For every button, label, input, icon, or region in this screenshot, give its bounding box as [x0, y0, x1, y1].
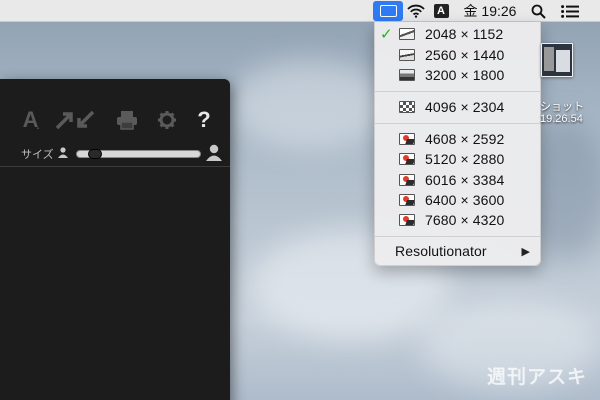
- spotlight-button[interactable]: [526, 0, 550, 22]
- app-window: A. ? サイズ: [0, 79, 230, 400]
- help-button[interactable]: ?: [190, 107, 218, 132]
- pixel-thumb-icon: [399, 153, 415, 165]
- checkmark-icon: ✓: [380, 26, 393, 43]
- desktop-file-name[interactable]: ショット: [540, 98, 584, 114]
- notification-center-button[interactable]: [556, 0, 584, 22]
- desktop-file-thumbnail[interactable]: [541, 43, 573, 77]
- menu-item-label: 5120 × 2880: [425, 151, 505, 167]
- size-control-row: サイズ: [0, 143, 230, 165]
- text-tool-dot-icon: .: [36, 120, 40, 132]
- expand-collapse-arrows-icon: [55, 110, 95, 130]
- menu-item-label: 6016 × 3384: [425, 172, 505, 188]
- thumb-icon-3: [399, 69, 415, 81]
- display-menu-extra[interactable]: [373, 1, 403, 21]
- person-large-icon: [206, 144, 222, 161]
- spotlight-search-icon: [531, 4, 546, 19]
- menu-item-label: 6400 × 3600: [425, 192, 505, 208]
- thumb-icon-2: [399, 49, 415, 61]
- menu-item-resolution[interactable]: 6400 × 3600: [375, 190, 540, 210]
- menubar-clock[interactable]: 金 19:26: [458, 0, 522, 22]
- resolution-dropdown-menu: ✓ 2048 × 1152 2560 × 1440 3200 × 1800 40…: [374, 22, 541, 266]
- size-label: サイズ: [21, 149, 54, 161]
- notification-center-icon: [561, 4, 579, 18]
- menu-item-resolution[interactable]: 6016 × 3384: [375, 170, 540, 190]
- pixel-thumb-icon: [399, 194, 415, 206]
- menu-item-label: 4096 × 2304: [425, 99, 505, 115]
- menu-item-resolution[interactable]: 2560 × 1440: [375, 45, 540, 65]
- help-icon: ?: [197, 107, 211, 132]
- menu-separator: [375, 91, 540, 92]
- menu-item-resolution[interactable]: 3200 × 1800: [375, 65, 540, 85]
- gear-icon: [158, 111, 176, 129]
- pixel-thumb-icon: [399, 174, 415, 186]
- person-small-icon: [58, 147, 68, 158]
- menu-item-resolution[interactable]: 4608 × 2592: [375, 129, 540, 149]
- resize-arrows-button[interactable]: [50, 109, 100, 131]
- menu-item-label: 2560 × 1440: [425, 47, 505, 63]
- wifi-icon: [407, 4, 425, 18]
- thumb-icon-1: [399, 28, 415, 40]
- publisher-watermark: 週刊アスキー: [487, 367, 588, 400]
- pixel-thumb-icon: [399, 133, 415, 145]
- menu-item-label: 4608 × 2592: [425, 131, 505, 147]
- desktop-file-time[interactable]: 19.26.54: [540, 113, 583, 125]
- submenu-arrow-icon: ▶: [521, 245, 530, 258]
- menu-bar: A 金 19:26: [0, 0, 600, 22]
- menu-item-resolution[interactable]: 7680 × 4320: [375, 210, 540, 230]
- menu-item-label: 7680 × 4320: [425, 212, 505, 228]
- menu-item-label: 3200 × 1800: [425, 67, 505, 83]
- wifi-menu-extra[interactable]: [404, 0, 428, 22]
- menu-item-label: Resolutionator: [395, 243, 487, 259]
- settings-button[interactable]: [152, 109, 182, 131]
- menu-separator: [375, 236, 540, 237]
- pixel-thumb-icon: [399, 214, 415, 226]
- display-icon: [379, 5, 397, 17]
- menu-item-resolution[interactable]: ✓ 2048 × 1152: [375, 24, 540, 44]
- print-button[interactable]: [112, 109, 142, 131]
- menu-item-resolutionator[interactable]: Resolutionator ▶: [375, 241, 540, 261]
- printer-icon: [117, 111, 137, 130]
- size-slider-knob[interactable]: [88, 149, 102, 159]
- menu-item-label: 2048 × 1152: [425, 26, 504, 42]
- menu-item-resolution[interactable]: 5120 × 2880: [375, 149, 540, 169]
- menu-item-resolution[interactable]: 4096 × 2304: [375, 97, 540, 117]
- toolbar-divider: [0, 166, 230, 167]
- input-source-menu-extra[interactable]: A: [430, 0, 452, 22]
- size-slider[interactable]: [76, 149, 201, 159]
- menu-separator: [375, 123, 540, 124]
- text-tool-button[interactable]: A.: [18, 107, 44, 132]
- input-source-icon: A: [433, 4, 449, 18]
- checker-thumb-icon: [399, 101, 415, 113]
- wallpaper-cloud: [230, 60, 390, 150]
